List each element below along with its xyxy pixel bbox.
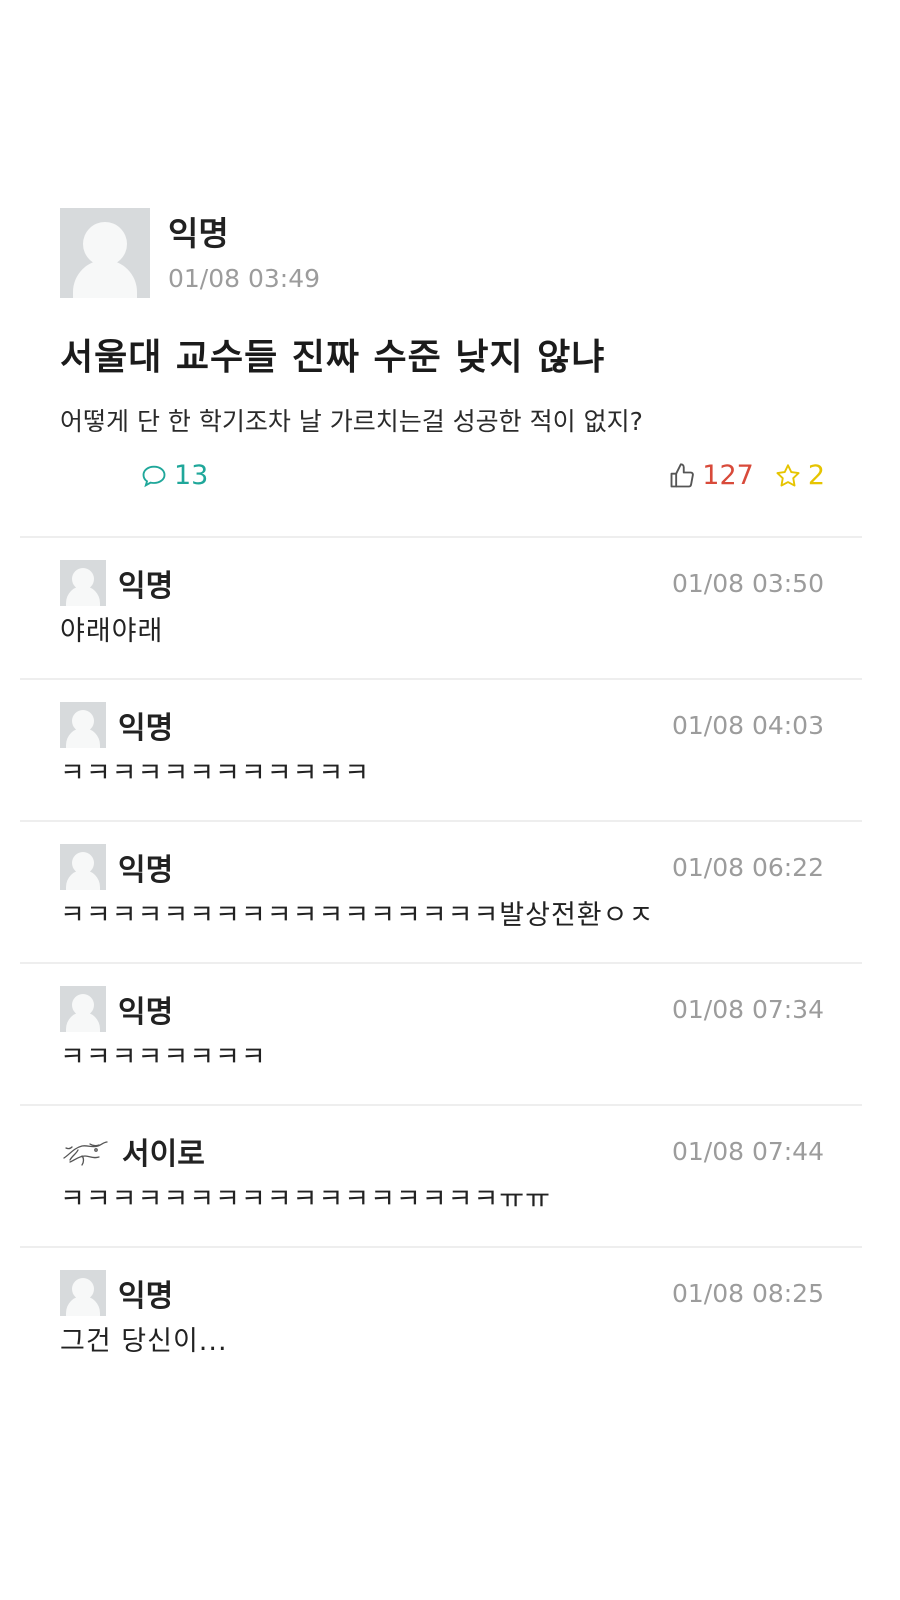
post: 익명 01/08 03:49 서울대 교수들 진짜 수준 낮지 않냐 어떻게 단…: [60, 208, 840, 491]
comment-timestamp: 01/08 03:50: [671, 568, 824, 598]
comment-count-label: 13: [174, 460, 209, 491]
divider: [20, 962, 862, 964]
comment-timestamp: 01/08 07:44: [671, 1136, 824, 1166]
sketch-avatar-icon[interactable]: [60, 1128, 110, 1174]
divider: [20, 678, 862, 680]
post-timestamp: 01/08 03:49: [168, 264, 321, 293]
comment-author: 익명: [118, 1279, 174, 1314]
comment-timestamp: 01/08 08:25: [671, 1278, 824, 1308]
speech-bubble-icon: [142, 465, 166, 487]
avatar[interactable]: [60, 560, 106, 606]
divider: [20, 1104, 862, 1106]
comment-item: 익명 01/08 06:22 ㅋㅋㅋㅋㅋㅋㅋㅋㅋㅋㅋㅋㅋㅋㅋㅋㅋ발상전환ㅇㅈ: [60, 844, 824, 964]
comment-timestamp: 01/08 07:34: [671, 994, 824, 1024]
comment-timestamp: 01/08 06:22: [671, 852, 824, 882]
post-meta: 익명 01/08 03:49: [168, 208, 320, 294]
comment-author: 서이로: [122, 1137, 205, 1172]
comment-text: ㅋㅋㅋㅋㅋㅋㅋㅋ: [60, 1042, 267, 1073]
post-author: 익명: [168, 214, 229, 253]
comment-item: 익명 01/08 08:25 그건 당신이...: [60, 1270, 824, 1390]
divider: [20, 536, 862, 538]
comment-author: 익명: [118, 711, 174, 746]
comment-timestamp: 01/08 04:03: [671, 710, 824, 740]
divider: [20, 1246, 862, 1248]
comment-author: 익명: [118, 853, 174, 888]
comment-count[interactable]: 13: [140, 416, 900, 536]
avatar[interactable]: [60, 1270, 106, 1316]
comment-text: ㅋㅋㅋㅋㅋㅋㅋㅋㅋㅋㅋㅋㅋㅋㅋㅋㅋ발상전환ㅇㅈ: [60, 900, 655, 931]
post-title: 서울대 교수들 진짜 수준 낮지 않냐: [60, 337, 606, 378]
avatar[interactable]: [60, 208, 150, 298]
comment-item: 익명 01/08 04:03 ㅋㅋㅋㅋㅋㅋㅋㅋㅋㅋㅋㅋ: [60, 702, 824, 822]
post-header: 익명 01/08 03:49: [60, 208, 840, 298]
comment-author: 익명: [118, 995, 174, 1030]
post-stats: 127 13 2: [60, 460, 840, 491]
avatar[interactable]: [60, 986, 106, 1032]
comment-text: 그건 당신이...: [60, 1326, 228, 1357]
comment-item: 익명 01/08 07:34 ㅋㅋㅋㅋㅋㅋㅋㅋ: [60, 986, 824, 1106]
comment-item: 익명 01/08 03:50 야래야래: [60, 560, 824, 680]
comment-text: ㅋㅋㅋㅋㅋㅋㅋㅋㅋㅋㅋㅋ: [60, 758, 371, 789]
comment-text: ㅋㅋㅋㅋㅋㅋㅋㅋㅋㅋㅋㅋㅋㅋㅋㅋㅋㅠㅠ: [60, 1184, 551, 1215]
avatar[interactable]: [60, 702, 106, 748]
avatar[interactable]: [60, 844, 106, 890]
comment-author: 익명: [118, 569, 174, 604]
comment-item: 서이로 01/08 07:44 ㅋㅋㅋㅋㅋㅋㅋㅋㅋㅋㅋㅋㅋㅋㅋㅋㅋㅠㅠ: [60, 1128, 824, 1248]
divider: [20, 820, 862, 822]
comment-text: 야래야래: [60, 616, 164, 647]
